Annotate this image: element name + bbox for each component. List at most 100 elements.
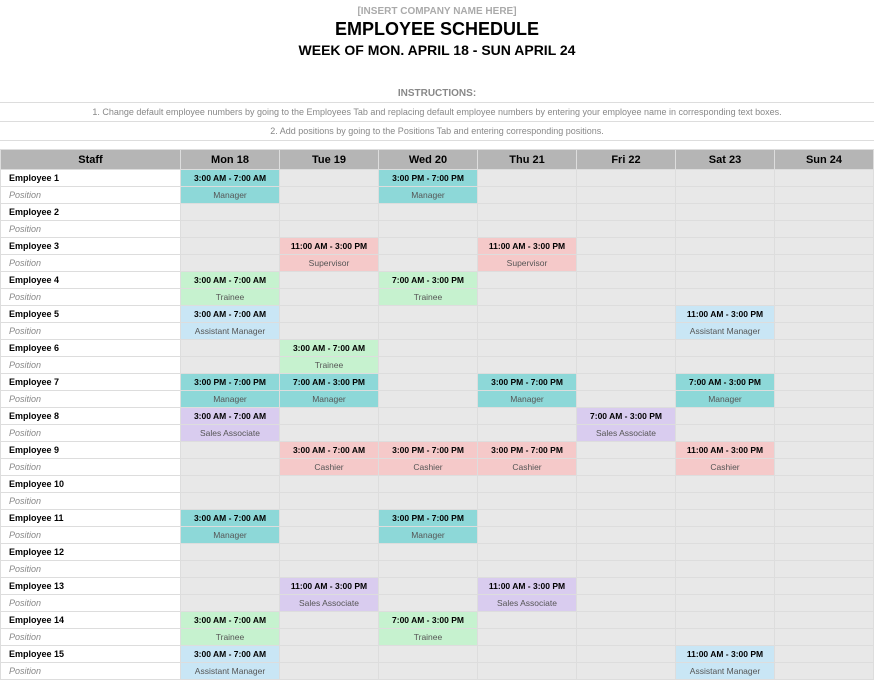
shift-time-cell: 3:00 AM - 7:00 AM: [181, 612, 280, 629]
shift-time-cell: [181, 238, 280, 255]
employee-name-cell: Employee 5: [1, 306, 181, 323]
shift-role-cell: [280, 425, 379, 442]
shift-role-cell: [775, 527, 874, 544]
shift-role-cell: [775, 289, 874, 306]
shift-role-cell: [478, 323, 577, 340]
shift-time-cell: [280, 476, 379, 493]
shift-time-cell: [478, 510, 577, 527]
position-label-cell: Position: [1, 629, 181, 646]
shift-role-cell: Assistant Manager: [676, 323, 775, 340]
shift-time-cell: [577, 238, 676, 255]
employee-time-row: Employee 113:00 AM - 7:00 AM3:00 PM - 7:…: [1, 510, 874, 527]
employee-time-row: Employee 143:00 AM - 7:00 AM7:00 AM - 3:…: [1, 612, 874, 629]
shift-role-cell: [478, 289, 577, 306]
shift-role-cell: [676, 425, 775, 442]
shift-time-cell: [676, 238, 775, 255]
shift-time-cell: [577, 510, 676, 527]
shift-time-cell: 3:00 AM - 7:00 AM: [181, 510, 280, 527]
employee-name-cell: Employee 4: [1, 272, 181, 289]
shift-time-cell: [577, 306, 676, 323]
shift-role-cell: [478, 629, 577, 646]
shift-role-cell: [379, 221, 478, 238]
shift-role-cell: Cashier: [478, 459, 577, 476]
employee-time-row: Employee 13:00 AM - 7:00 AM3:00 PM - 7:0…: [1, 170, 874, 187]
shift-time-cell: [676, 204, 775, 221]
shift-role-cell: [676, 493, 775, 510]
shift-role-cell: [280, 663, 379, 680]
day-column-header: Sun 24: [775, 150, 874, 170]
shift-role-cell: [775, 663, 874, 680]
instruction-line-1: 1. Change default employee numbers by go…: [0, 103, 874, 122]
shift-role-cell: [577, 323, 676, 340]
shift-role-cell: [181, 357, 280, 374]
shift-time-cell: [478, 612, 577, 629]
shift-time-cell: [775, 646, 874, 663]
shift-role-cell: [577, 255, 676, 272]
shift-role-cell: [280, 527, 379, 544]
shift-role-cell: [577, 527, 676, 544]
shift-time-cell: [379, 306, 478, 323]
shift-role-cell: Sales Associate: [280, 595, 379, 612]
shift-time-cell: [775, 272, 874, 289]
shift-role-cell: [181, 255, 280, 272]
shift-time-cell: [775, 306, 874, 323]
shift-time-cell: [577, 544, 676, 561]
employee-name-cell: Employee 10: [1, 476, 181, 493]
shift-role-cell: [379, 255, 478, 272]
shift-role-cell: [478, 527, 577, 544]
employee-position-row: PositionTrainee: [1, 357, 874, 374]
position-label-cell: Position: [1, 357, 181, 374]
shift-role-cell: [577, 357, 676, 374]
shift-role-cell: Supervisor: [478, 255, 577, 272]
shift-time-cell: [775, 340, 874, 357]
position-label-cell: Position: [1, 187, 181, 204]
shift-time-cell: [775, 510, 874, 527]
shift-time-cell: [379, 204, 478, 221]
employee-time-row: Employee 93:00 AM - 7:00 AM3:00 PM - 7:0…: [1, 442, 874, 459]
position-label-cell: Position: [1, 595, 181, 612]
shift-time-cell: 11:00 AM - 3:00 PM: [280, 238, 379, 255]
shift-time-cell: [280, 272, 379, 289]
shift-role-cell: Cashier: [280, 459, 379, 476]
instruction-line-2: 2. Add positions by going to the Positio…: [0, 122, 874, 141]
employee-position-row: Position: [1, 561, 874, 578]
shift-role-cell: [379, 561, 478, 578]
employee-name-cell: Employee 9: [1, 442, 181, 459]
shift-time-cell: 11:00 AM - 3:00 PM: [478, 238, 577, 255]
shift-time-cell: 7:00 AM - 3:00 PM: [379, 612, 478, 629]
schedule-table: StaffMon 18Tue 19Wed 20Thu 21Fri 22Sat 2…: [0, 149, 874, 680]
shift-role-cell: [676, 289, 775, 306]
shift-time-cell: 3:00 AM - 7:00 AM: [280, 340, 379, 357]
shift-role-cell: [577, 459, 676, 476]
shift-role-cell: [379, 391, 478, 408]
shift-time-cell: [181, 442, 280, 459]
staff-column-header: Staff: [1, 150, 181, 170]
employee-name-cell: Employee 15: [1, 646, 181, 663]
employee-position-row: PositionAssistant ManagerAssistant Manag…: [1, 323, 874, 340]
shift-time-cell: [676, 578, 775, 595]
shift-time-cell: [379, 646, 478, 663]
position-label-cell: Position: [1, 493, 181, 510]
shift-time-cell: [577, 612, 676, 629]
shift-role-cell: [478, 493, 577, 510]
shift-time-cell: 3:00 PM - 7:00 PM: [478, 374, 577, 391]
instructions-heading: INSTRUCTIONS:: [0, 88, 874, 103]
shift-role-cell: [775, 255, 874, 272]
shift-role-cell: [280, 493, 379, 510]
document-title: EMPLOYEE SCHEDULE: [0, 19, 874, 40]
shift-role-cell: Sales Associate: [478, 595, 577, 612]
shift-role-cell: [676, 221, 775, 238]
shift-role-cell: Cashier: [379, 459, 478, 476]
employee-position-row: PositionTraineeTrainee: [1, 289, 874, 306]
employee-position-row: PositionManagerManager: [1, 187, 874, 204]
employee-position-row: PositionTraineeTrainee: [1, 629, 874, 646]
shift-role-cell: [181, 459, 280, 476]
shift-role-cell: Trainee: [379, 289, 478, 306]
shift-role-cell: Manager: [478, 391, 577, 408]
shift-role-cell: [379, 425, 478, 442]
shift-time-cell: [577, 646, 676, 663]
employee-time-row: Employee 2: [1, 204, 874, 221]
shift-role-cell: [181, 595, 280, 612]
shift-role-cell: [577, 391, 676, 408]
shift-role-cell: [577, 493, 676, 510]
